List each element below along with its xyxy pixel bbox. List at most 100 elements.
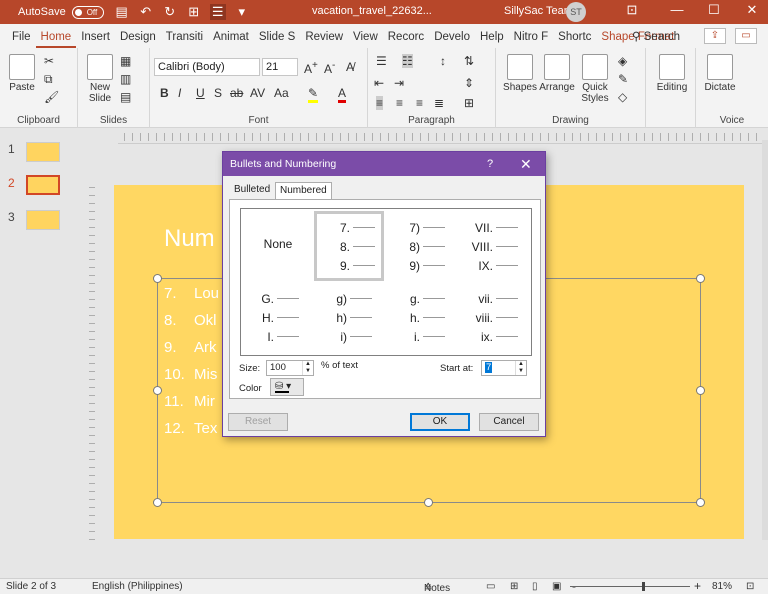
share-icon[interactable]: ⇪ [704,28,726,44]
shape-outline-icon[interactable]: ✎ [618,72,628,86]
underline-icon[interactable]: U [196,86,205,100]
tab-animations[interactable]: Animat [208,31,254,48]
bold-icon[interactable]: B [160,86,169,100]
resize-handle[interactable] [696,274,705,283]
language-indicator[interactable]: English (Philippines) [92,581,183,592]
section-icon[interactable]: ▤ [120,90,131,104]
format-painter-icon[interactable]: 🖌 [44,90,59,104]
increase-font-icon[interactable]: A+ [304,60,318,76]
strikethrough-icon[interactable]: ab [230,86,243,100]
size-input[interactable]: 100 ▲ ▼ [266,360,314,376]
align-center-icon[interactable]: ≡ [396,96,403,110]
decrease-indent-icon[interactable]: ⇤ [374,76,384,90]
reset-slide-icon[interactable]: ▥ [120,72,131,86]
close-icon[interactable]: ✕ [520,152,532,176]
save-icon[interactable]: ▤ [114,4,130,20]
align-right-icon[interactable]: ≡ [416,96,423,110]
tab-insert[interactable]: Insert [76,31,115,48]
numbering-list-icon[interactable]: ☷ [402,54,413,68]
font-name-box[interactable]: Calibri (Body) [154,58,260,76]
slide-title[interactable]: Num [164,225,215,253]
autosave-toggle[interactable]: Off [71,5,104,19]
tab-help[interactable]: Help [475,31,509,48]
shape-fill-icon[interactable]: ◈ [618,54,627,68]
resize-handle[interactable] [153,386,162,395]
spacing-icon[interactable]: AV [250,86,265,100]
numbering-style-upper-roman[interactable]: VII. VIII. IX. [460,211,530,281]
resize-handle[interactable] [153,498,162,507]
color-picker-button[interactable]: ⛁ ▾ [270,378,304,396]
italic-icon[interactable]: I [178,86,181,100]
font-color-icon[interactable]: A [338,86,347,103]
arrange-button[interactable]: Arrange [538,54,576,93]
user-name[interactable]: SillySac Team [504,5,573,17]
comments-icon[interactable]: ▭ [735,28,757,44]
maximize-icon[interactable]: ☐ [704,2,724,18]
slide-thumbnail-1[interactable] [26,142,60,162]
vertical-scrollbar[interactable] [762,140,768,540]
numbering-icon[interactable]: ☰ [209,4,226,20]
slideshow-icon[interactable]: ▣ [552,581,561,592]
smartart-icon[interactable]: ⊞ [464,96,474,110]
normal-view-icon[interactable]: ▭ [486,581,495,592]
copy-icon[interactable]: ⧉ [44,72,53,87]
tab-home[interactable]: Home [35,31,77,48]
ok-button[interactable]: OK [410,413,470,431]
highlight-icon[interactable]: ✎ [308,86,319,103]
resize-handle[interactable] [424,498,433,507]
redo-icon[interactable]: ↻ [162,4,178,20]
tab-design[interactable]: Design [115,31,161,48]
start-at-spinner-icon[interactable]: ▲ ▼ [515,361,526,375]
zoom-in-button[interactable]: + [694,579,701,593]
help-icon[interactable]: ? [487,152,493,176]
avatar[interactable]: ST [566,2,586,22]
zoom-slider[interactable] [570,586,690,587]
slide-thumbnail-2[interactable] [26,175,60,195]
decrease-font-icon[interactable]: A- [324,60,335,76]
text-direction-icon[interactable]: ⇅ [464,54,474,68]
resize-handle[interactable] [696,386,705,395]
dictate-button[interactable]: Dictate [700,54,740,93]
tab-file[interactable]: File [7,31,36,48]
slide-sorter-icon[interactable]: ⊞ [510,581,518,592]
size-spinner-icon[interactable]: ▲ ▼ [302,361,313,375]
shape-effects-icon[interactable]: ◇ [618,90,627,104]
layout-icon[interactable]: ▦ [120,54,131,68]
quick-styles-button[interactable]: Quick Styles [576,54,614,104]
present-icon[interactable]: ⊞ [186,4,202,20]
shadow-icon[interactable]: S [214,86,222,100]
change-case-icon[interactable]: Aa [274,86,289,100]
font-size-box[interactable]: 21 [262,58,298,76]
zoom-level[interactable]: 81% [712,581,732,592]
search-box[interactable]: ⚲ Search [632,29,680,43]
numbering-style-lower-roman[interactable]: vii. viii. ix. [460,283,530,353]
increase-indent-icon[interactable]: ⇥ [394,76,404,90]
slide-thumbnail-3[interactable] [26,210,60,230]
tab-slide-show[interactable]: Slide S [254,31,300,48]
reset-button[interactable]: Reset [228,413,288,431]
tab-transitions[interactable]: Transiti [161,31,208,48]
tab-bulleted[interactable]: Bulleted [230,182,274,199]
resize-handle[interactable] [153,274,162,283]
numbering-style-arabic-period[interactable]: 7. 8. 9. [314,211,384,281]
tab-nitro[interactable]: Nitro F [509,31,554,48]
customize-qat-icon[interactable]: ▾ [234,4,250,20]
tab-developer[interactable]: Develo [429,31,475,48]
paste-button[interactable]: Paste [6,54,38,93]
minimize-icon[interactable]: — [667,2,687,17]
zoom-slider-thumb[interactable] [642,582,645,591]
bullets-icon[interactable]: ☰ [376,54,387,68]
tab-numbered[interactable]: Numbered [275,182,332,199]
align-text-icon[interactable]: ⇕ [464,76,474,90]
align-left-icon[interactable]: ≡ [376,96,384,110]
justify-icon[interactable]: ≣ [434,96,444,110]
numbering-style-upper-alpha[interactable]: G. H. I. [241,283,311,353]
tab-view[interactable]: View [348,31,383,48]
ribbon-display-icon[interactable]: ⊡ [622,2,642,18]
numbering-style-arabic-paren[interactable]: 7) 8) 9) [387,211,457,281]
start-at-input[interactable]: 7 ▲ ▼ [481,360,527,376]
shapes-button[interactable]: Shapes [502,54,538,93]
numbering-style-none[interactable]: None [243,211,313,281]
cut-icon[interactable]: ✂ [44,54,54,68]
fit-to-window-icon[interactable]: ⊡ [746,581,754,592]
